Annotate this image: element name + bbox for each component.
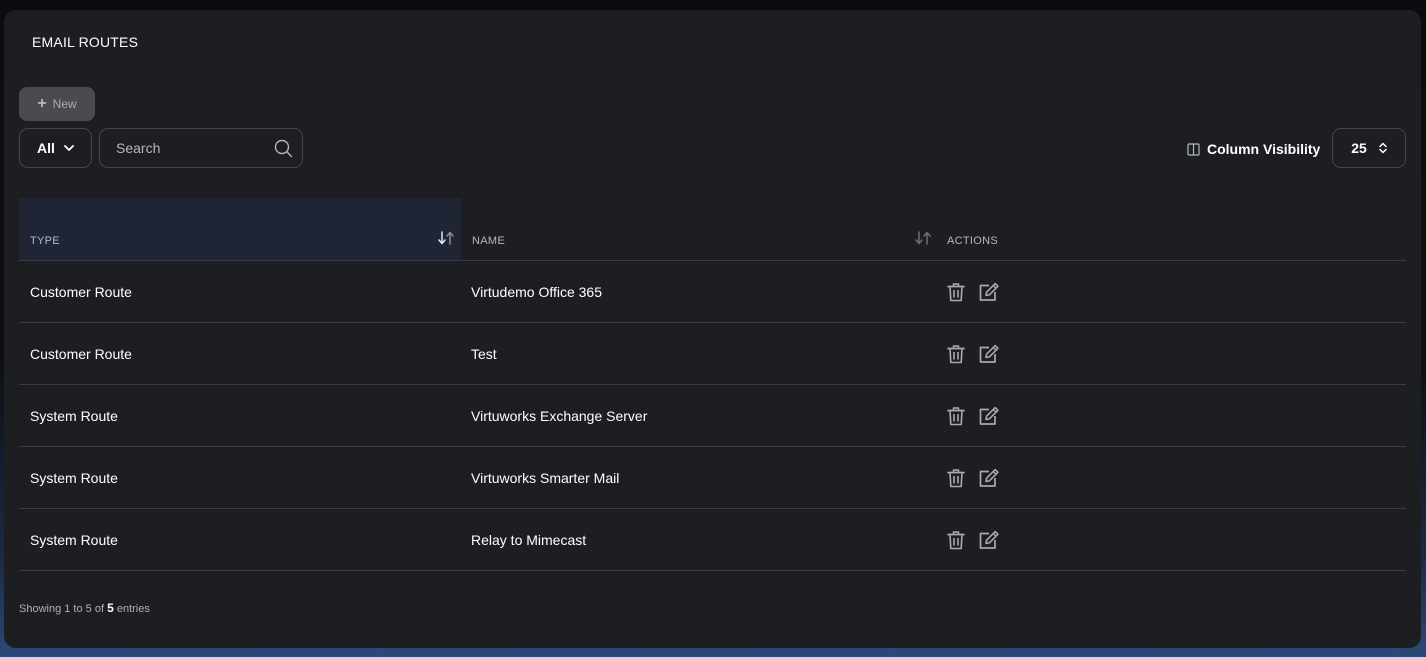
cell-type: System Route (30, 470, 118, 486)
edit-button[interactable] (978, 281, 1000, 303)
column-header-name[interactable]: NAME (461, 198, 937, 260)
edit-icon (979, 344, 999, 363)
cell-name: Virtuworks Smarter Mail (471, 470, 620, 486)
search-field (99, 128, 303, 168)
cell-actions (945, 261, 1000, 323)
sort-icon (438, 231, 454, 245)
trash-icon (947, 530, 965, 549)
email-routes-panel: EMAIL ROUTES + New All Column Visibility… (4, 10, 1421, 648)
column-header-actions: ACTIONS (937, 198, 1406, 260)
sort-icon (915, 231, 931, 245)
columns-icon (1187, 142, 1200, 156)
delete-button[interactable] (945, 405, 967, 427)
cell-type: System Route (30, 408, 118, 424)
cell-name: Virtuworks Exchange Server (471, 408, 648, 424)
edit-icon (979, 530, 999, 549)
updown-icon (1379, 142, 1387, 154)
chevron-down-icon (64, 144, 74, 151)
cell-actions (945, 323, 1000, 385)
table-info-suffix: entries (116, 603, 150, 615)
edit-button[interactable] (978, 343, 1000, 365)
filter-select[interactable]: All (19, 128, 92, 168)
table-info: Showing 1 to 5 of 5 entries (19, 601, 150, 615)
delete-button[interactable] (945, 343, 967, 365)
page-size-value: 25 (1351, 140, 1367, 156)
trash-icon (947, 468, 965, 487)
edit-icon (979, 282, 999, 301)
new-button[interactable]: + New (19, 87, 95, 121)
table-body: Customer Route Virtudemo Office 365 Cust… (19, 261, 1406, 571)
column-header-type-label: TYPE (30, 235, 60, 247)
delete-button[interactable] (945, 281, 967, 303)
page-size-select[interactable]: 25 (1332, 128, 1406, 168)
table-row: System Route Relay to Mimecast (19, 509, 1406, 571)
table-info-prefix: Showing 1 to 5 of (19, 603, 105, 615)
trash-icon (947, 282, 965, 301)
table-row: Customer Route Test (19, 323, 1406, 385)
new-button-label: New (52, 97, 77, 111)
cell-type: System Route (30, 532, 118, 548)
edit-icon (979, 406, 999, 425)
trash-icon (947, 344, 965, 363)
cell-actions (945, 447, 1000, 509)
search-input[interactable] (100, 129, 302, 167)
column-visibility-label: Column Visibility (1207, 141, 1321, 157)
table-row: Customer Route Virtudemo Office 365 (19, 261, 1406, 323)
delete-button[interactable] (945, 467, 967, 489)
column-header-actions-label: ACTIONS (947, 235, 998, 247)
plus-icon: + (37, 95, 47, 112)
table-info-total: 5 (107, 601, 114, 615)
search-icon[interactable] (274, 139, 293, 158)
cell-actions (945, 385, 1000, 447)
column-header-name-label: NAME (472, 235, 505, 247)
column-visibility-button[interactable]: Column Visibility (1187, 139, 1320, 159)
edit-button[interactable] (978, 405, 1000, 427)
table-row: System Route Virtuworks Exchange Server (19, 385, 1406, 447)
cell-type: Customer Route (30, 346, 132, 362)
cell-actions (945, 509, 1000, 571)
edit-button[interactable] (978, 529, 1000, 551)
filter-select-value: All (37, 140, 55, 156)
table-header: TYPE NAME ACTIONS (19, 198, 1406, 261)
page-title: EMAIL ROUTES (32, 34, 139, 50)
trash-icon (947, 406, 965, 425)
edit-button[interactable] (978, 467, 1000, 489)
edit-icon (979, 468, 999, 487)
cell-name: Test (471, 346, 497, 362)
column-header-type[interactable]: TYPE (19, 198, 461, 260)
cell-name: Virtudemo Office 365 (471, 284, 603, 300)
delete-button[interactable] (945, 529, 967, 551)
table-row: System Route Virtuworks Smarter Mail (19, 447, 1406, 509)
cell-type: Customer Route (30, 284, 132, 300)
email-routes-table: TYPE NAME ACTIONS Customer Route Virtude… (19, 198, 1406, 571)
cell-name: Relay to Mimecast (471, 532, 587, 548)
